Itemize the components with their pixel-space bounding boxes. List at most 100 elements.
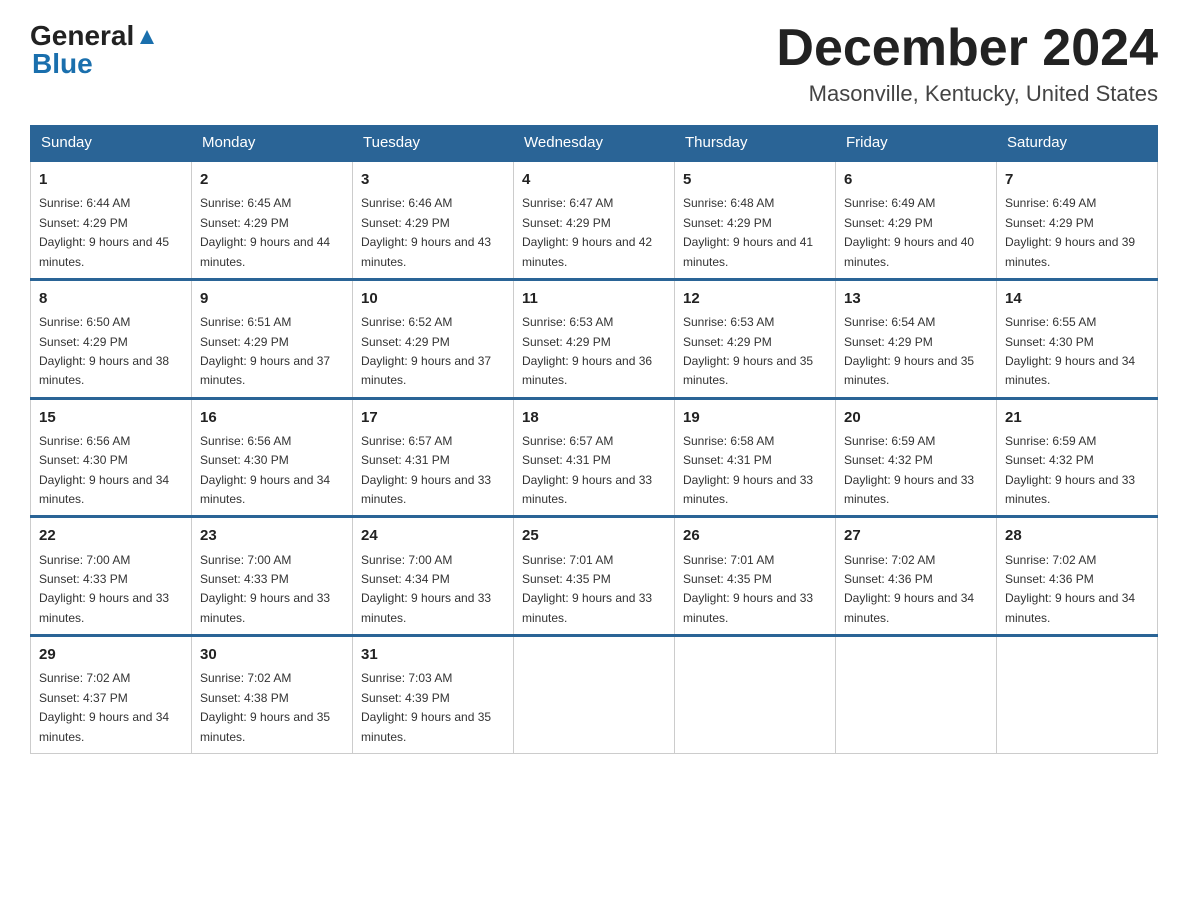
day-info: Sunrise: 6:48 AMSunset: 4:29 PMDaylight:… [683,196,813,268]
table-row: 9 Sunrise: 6:51 AMSunset: 4:29 PMDayligh… [192,279,353,398]
day-info: Sunrise: 6:49 AMSunset: 4:29 PMDaylight:… [1005,196,1135,268]
day-number: 29 [39,643,183,666]
table-row: 14 Sunrise: 6:55 AMSunset: 4:30 PMDaylig… [997,279,1158,398]
table-row: 17 Sunrise: 6:57 AMSunset: 4:31 PMDaylig… [353,398,514,517]
calendar-week-row: 29 Sunrise: 7:02 AMSunset: 4:37 PMDaylig… [31,636,1158,754]
col-monday: Monday [192,126,353,161]
day-number: 24 [361,524,505,547]
day-info: Sunrise: 7:00 AMSunset: 4:33 PMDaylight:… [200,553,330,625]
table-row [514,636,675,754]
table-row: 21 Sunrise: 6:59 AMSunset: 4:32 PMDaylig… [997,398,1158,517]
day-info: Sunrise: 7:00 AMSunset: 4:33 PMDaylight:… [39,553,169,625]
day-info: Sunrise: 6:44 AMSunset: 4:29 PMDaylight:… [39,196,169,268]
table-row: 23 Sunrise: 7:00 AMSunset: 4:33 PMDaylig… [192,517,353,636]
page-header: General Blue December 2024 Masonville, K… [30,20,1158,107]
day-number: 14 [1005,287,1149,310]
day-number: 11 [522,287,666,310]
day-number: 18 [522,406,666,429]
day-info: Sunrise: 6:56 AMSunset: 4:30 PMDaylight:… [39,434,169,506]
table-row: 4 Sunrise: 6:47 AMSunset: 4:29 PMDayligh… [514,161,675,280]
day-number: 4 [522,168,666,191]
logo-triangle-icon [136,28,158,46]
col-thursday: Thursday [675,126,836,161]
table-row [675,636,836,754]
col-wednesday: Wednesday [514,126,675,161]
day-number: 8 [39,287,183,310]
logo-blue-text: Blue [32,48,93,79]
day-number: 17 [361,406,505,429]
day-number: 28 [1005,524,1149,547]
day-number: 3 [361,168,505,191]
table-row: 2 Sunrise: 6:45 AMSunset: 4:29 PMDayligh… [192,161,353,280]
day-number: 12 [683,287,827,310]
day-info: Sunrise: 6:49 AMSunset: 4:29 PMDaylight:… [844,196,974,268]
table-row: 22 Sunrise: 7:00 AMSunset: 4:33 PMDaylig… [31,517,192,636]
day-info: Sunrise: 6:55 AMSunset: 4:30 PMDaylight:… [1005,315,1135,387]
table-row: 29 Sunrise: 7:02 AMSunset: 4:37 PMDaylig… [31,636,192,754]
day-number: 9 [200,287,344,310]
day-number: 5 [683,168,827,191]
day-info: Sunrise: 6:52 AMSunset: 4:29 PMDaylight:… [361,315,491,387]
day-info: Sunrise: 7:00 AMSunset: 4:34 PMDaylight:… [361,553,491,625]
day-info: Sunrise: 6:53 AMSunset: 4:29 PMDaylight:… [522,315,652,387]
day-info: Sunrise: 6:57 AMSunset: 4:31 PMDaylight:… [361,434,491,506]
table-row: 16 Sunrise: 6:56 AMSunset: 4:30 PMDaylig… [192,398,353,517]
calendar-week-row: 8 Sunrise: 6:50 AMSunset: 4:29 PMDayligh… [31,279,1158,398]
table-row [997,636,1158,754]
day-number: 10 [361,287,505,310]
day-number: 15 [39,406,183,429]
logo: General Blue [30,20,158,80]
month-title: December 2024 [776,20,1158,77]
day-number: 21 [1005,406,1149,429]
day-number: 13 [844,287,988,310]
col-saturday: Saturday [997,126,1158,161]
day-number: 25 [522,524,666,547]
day-info: Sunrise: 6:59 AMSunset: 4:32 PMDaylight:… [1005,434,1135,506]
calendar-week-row: 1 Sunrise: 6:44 AMSunset: 4:29 PMDayligh… [31,161,1158,280]
table-row: 31 Sunrise: 7:03 AMSunset: 4:39 PMDaylig… [353,636,514,754]
day-number: 6 [844,168,988,191]
calendar-header-row: Sunday Monday Tuesday Wednesday Thursday… [31,126,1158,161]
table-row: 27 Sunrise: 7:02 AMSunset: 4:36 PMDaylig… [836,517,997,636]
title-block: December 2024 Masonville, Kentucky, Unit… [776,20,1158,107]
table-row: 19 Sunrise: 6:58 AMSunset: 4:31 PMDaylig… [675,398,836,517]
day-info: Sunrise: 7:02 AMSunset: 4:37 PMDaylight:… [39,671,169,743]
col-sunday: Sunday [31,126,192,161]
day-info: Sunrise: 6:45 AMSunset: 4:29 PMDaylight:… [200,196,330,268]
day-number: 19 [683,406,827,429]
day-info: Sunrise: 6:57 AMSunset: 4:31 PMDaylight:… [522,434,652,506]
day-number: 26 [683,524,827,547]
table-row: 28 Sunrise: 7:02 AMSunset: 4:36 PMDaylig… [997,517,1158,636]
table-row: 12 Sunrise: 6:53 AMSunset: 4:29 PMDaylig… [675,279,836,398]
day-info: Sunrise: 7:01 AMSunset: 4:35 PMDaylight:… [522,553,652,625]
day-number: 27 [844,524,988,547]
location-title: Masonville, Kentucky, United States [776,81,1158,107]
col-tuesday: Tuesday [353,126,514,161]
day-info: Sunrise: 6:51 AMSunset: 4:29 PMDaylight:… [200,315,330,387]
day-number: 20 [844,406,988,429]
day-info: Sunrise: 6:50 AMSunset: 4:29 PMDaylight:… [39,315,169,387]
table-row: 7 Sunrise: 6:49 AMSunset: 4:29 PMDayligh… [997,161,1158,280]
table-row: 11 Sunrise: 6:53 AMSunset: 4:29 PMDaylig… [514,279,675,398]
day-info: Sunrise: 6:59 AMSunset: 4:32 PMDaylight:… [844,434,974,506]
table-row: 5 Sunrise: 6:48 AMSunset: 4:29 PMDayligh… [675,161,836,280]
table-row: 3 Sunrise: 6:46 AMSunset: 4:29 PMDayligh… [353,161,514,280]
table-row: 8 Sunrise: 6:50 AMSunset: 4:29 PMDayligh… [31,279,192,398]
day-number: 2 [200,168,344,191]
day-number: 22 [39,524,183,547]
day-number: 1 [39,168,183,191]
calendar-week-row: 22 Sunrise: 7:00 AMSunset: 4:33 PMDaylig… [31,517,1158,636]
calendar-week-row: 15 Sunrise: 6:56 AMSunset: 4:30 PMDaylig… [31,398,1158,517]
day-info: Sunrise: 7:02 AMSunset: 4:38 PMDaylight:… [200,671,330,743]
table-row: 30 Sunrise: 7:02 AMSunset: 4:38 PMDaylig… [192,636,353,754]
table-row [836,636,997,754]
table-row: 10 Sunrise: 6:52 AMSunset: 4:29 PMDaylig… [353,279,514,398]
day-info: Sunrise: 7:02 AMSunset: 4:36 PMDaylight:… [1005,553,1135,625]
day-info: Sunrise: 7:01 AMSunset: 4:35 PMDaylight:… [683,553,813,625]
calendar-table: Sunday Monday Tuesday Wednesday Thursday… [30,125,1158,754]
table-row: 26 Sunrise: 7:01 AMSunset: 4:35 PMDaylig… [675,517,836,636]
day-info: Sunrise: 6:58 AMSunset: 4:31 PMDaylight:… [683,434,813,506]
col-friday: Friday [836,126,997,161]
day-info: Sunrise: 7:02 AMSunset: 4:36 PMDaylight:… [844,553,974,625]
table-row: 15 Sunrise: 6:56 AMSunset: 4:30 PMDaylig… [31,398,192,517]
